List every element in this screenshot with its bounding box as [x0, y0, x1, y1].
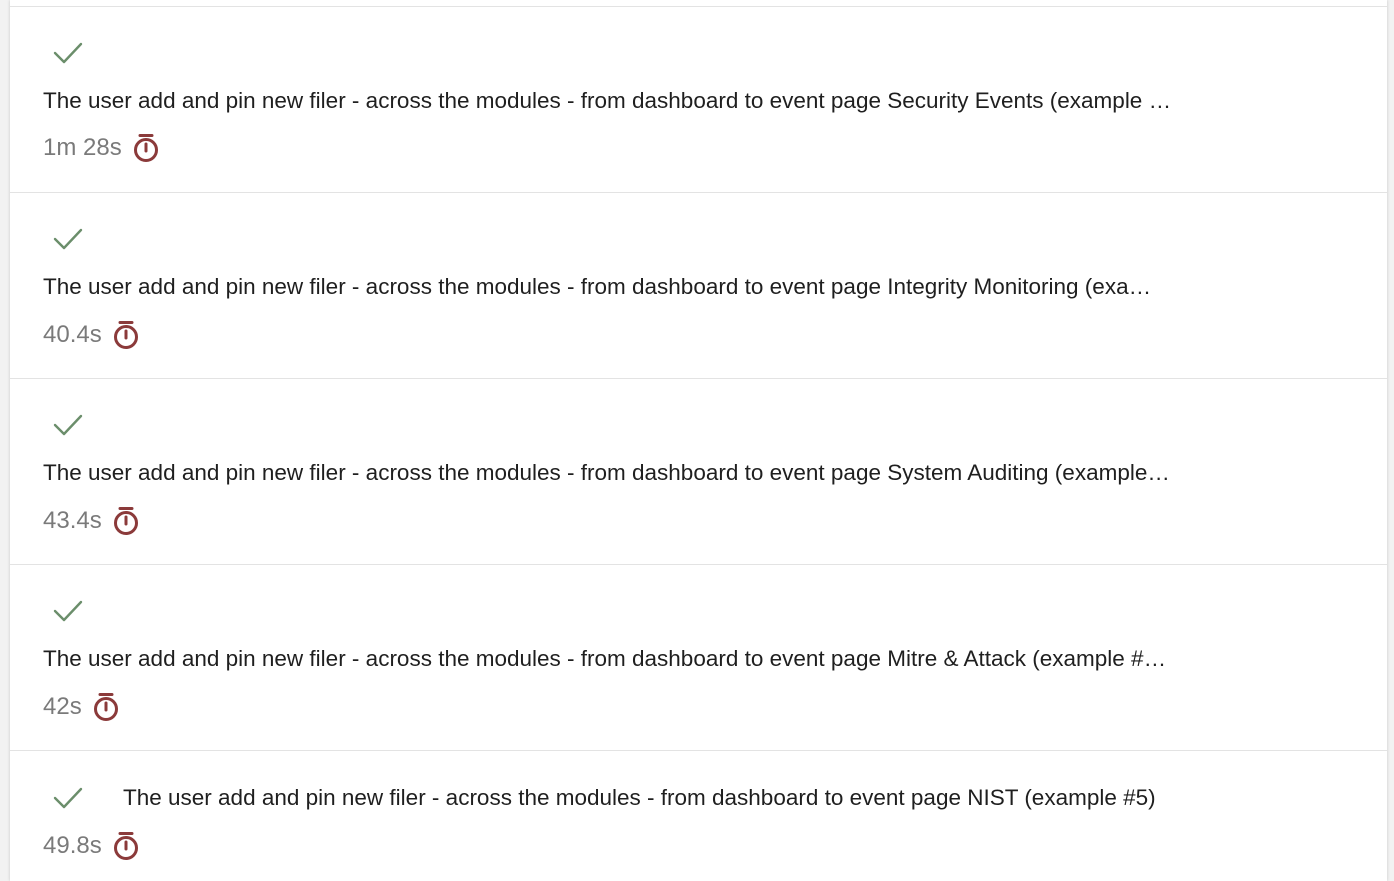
test-title: The user add and pin new filer - across … — [43, 646, 1167, 671]
check-icon — [53, 41, 83, 65]
test-title: The user add and pin new filer - across … — [43, 460, 1170, 485]
check-icon — [53, 786, 83, 810]
test-results-panel: The user add and pin new filer - across … — [10, 0, 1387, 881]
test-row[interactable]: The user add and pin new filer - across … — [10, 564, 1387, 751]
test-title: The user add and pin new filer - across … — [123, 785, 1156, 810]
test-title: The user add and pin new filer - across … — [43, 274, 1152, 299]
test-row[interactable]: The user add and pin new filer - across … — [10, 192, 1387, 379]
test-row[interactable]: The user add and pin new filer - across … — [10, 750, 1387, 881]
test-duration: 40.4s — [43, 319, 140, 351]
test-title: The user add and pin new filer - across … — [43, 88, 1172, 113]
duration-value: 40.4s — [43, 321, 102, 348]
stopwatch-icon — [112, 320, 140, 350]
duration-value: 43.4s — [43, 507, 102, 534]
check-icon — [53, 599, 83, 623]
stopwatch-icon — [112, 831, 140, 861]
duration-value: 49.8s — [43, 832, 102, 859]
test-duration: 43.4s — [43, 505, 140, 537]
stopwatch-icon — [112, 506, 140, 536]
test-row[interactable]: The user add and pin new filer - across … — [10, 378, 1387, 565]
check-icon — [53, 227, 83, 251]
test-duration: 42s — [43, 691, 120, 723]
stopwatch-icon — [92, 692, 120, 722]
test-duration: 1m 28s — [43, 132, 160, 164]
duration-value: 42s — [43, 693, 82, 720]
stopwatch-icon — [132, 133, 160, 163]
test-duration: 49.8s — [43, 830, 140, 862]
check-icon — [53, 413, 83, 437]
duration-value: 1m 28s — [43, 134, 122, 161]
test-row[interactable]: The user add and pin new filer - across … — [10, 6, 1387, 193]
